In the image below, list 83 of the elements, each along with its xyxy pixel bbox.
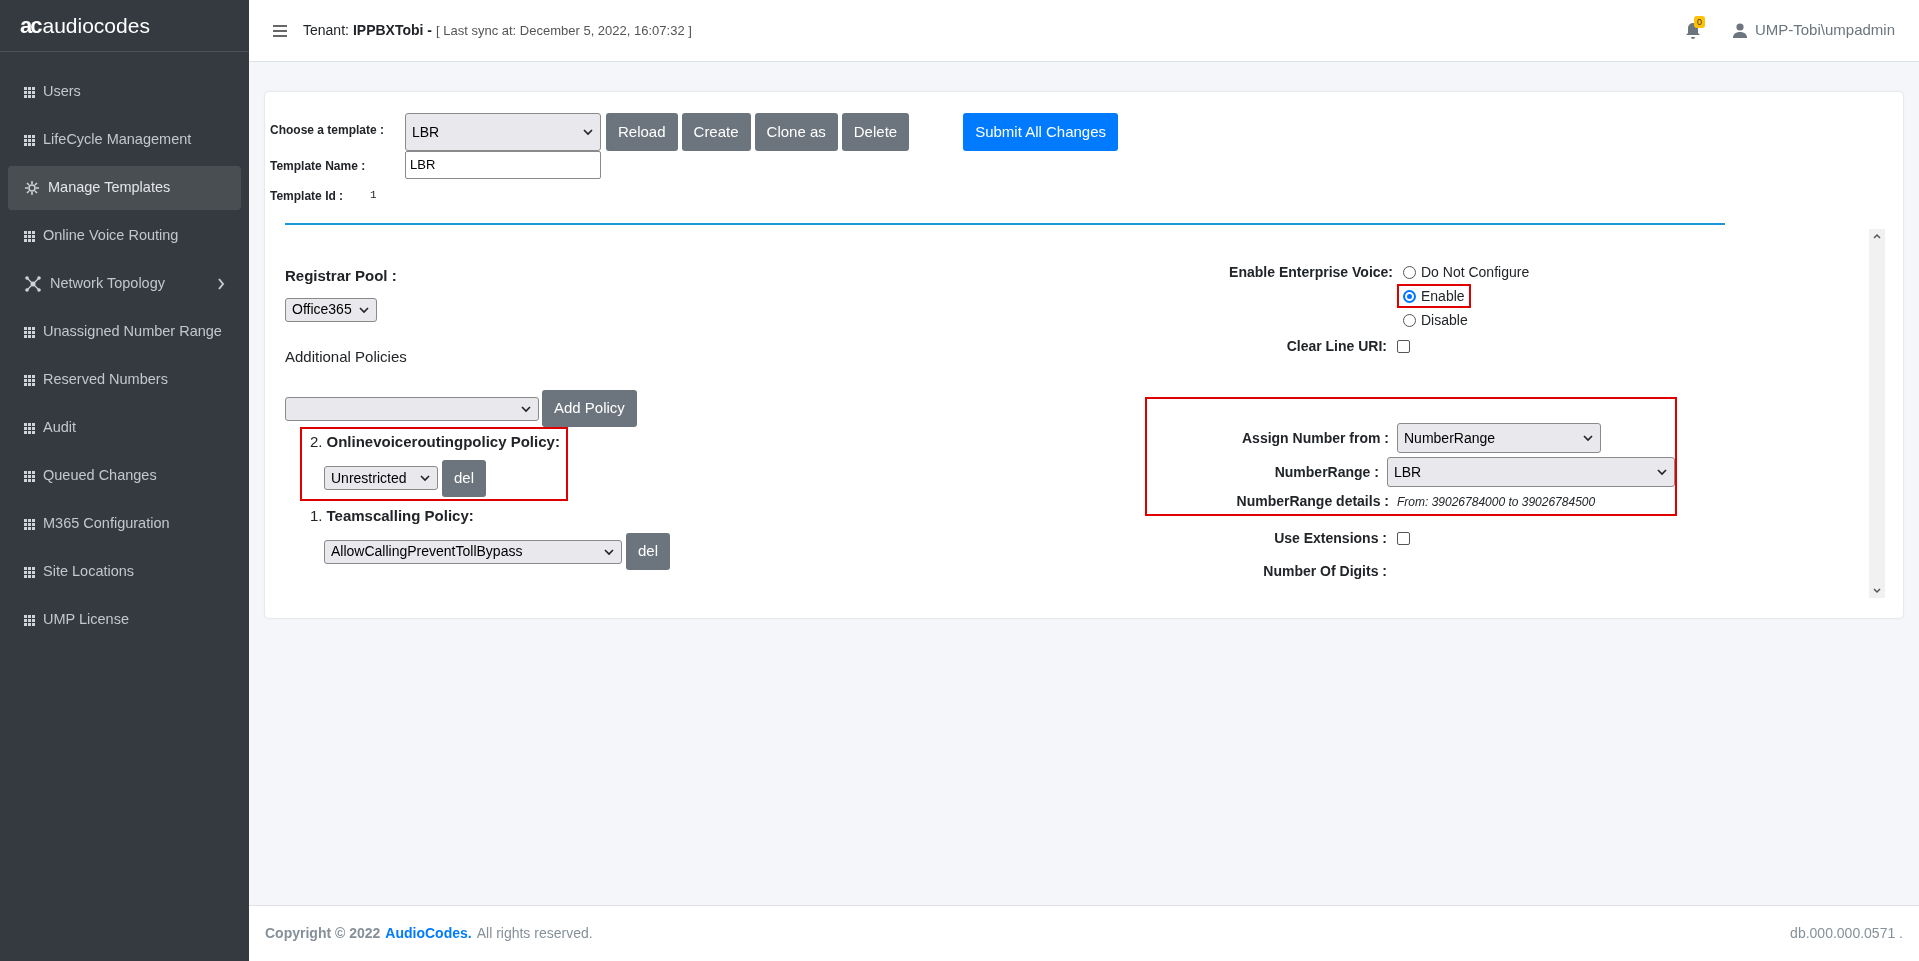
delete-policy-button[interactable]: del [442,459,487,497]
grid-icon [24,470,35,482]
version-text: db.000.000.0571 . [1790,924,1903,943]
sidebar-item[interactable]: Reserved Numbers [8,358,241,402]
choose-template-label: Choose a template : [270,122,386,139]
delete-policy-button[interactable]: del [626,533,671,570]
toolbar-button[interactable]: Delete [841,113,910,151]
grid-icon [24,374,35,386]
assign-number-label: Assign Number from : [1241,428,1390,448]
grid-icon [24,518,35,530]
scroll-up-icon[interactable] [1873,233,1881,239]
template-name-field[interactable]: LBR [405,151,601,179]
sidebar-item[interactable]: Site Locations [8,550,241,594]
sidebar-item[interactable]: Users [8,70,241,114]
grid-icon [24,134,35,146]
add-policy-button[interactable]: Add Policy [542,390,637,427]
grid-icon [24,566,35,578]
user-icon [1732,23,1747,38]
template-id-label: Template Id : [270,188,345,205]
notification-badge: 0 [1693,15,1705,28]
registrar-pool-select[interactable]: Office365 [285,297,377,322]
template-select[interactable]: LBR [405,113,601,151]
toolbar-button[interactable]: Clone as [754,113,838,151]
tenant-name: IPPBXTobi - [352,21,432,40]
sidebar-item[interactable]: M365 Configuration [8,502,241,546]
additional-policies-label: Additional Policies [285,346,408,367]
logo[interactable]: acaudiocodes [20,9,150,42]
tenant-label: Tenant: [303,21,349,40]
radio-button[interactable] [1403,289,1416,303]
sidebar-item[interactable]: LifeCycle Management [8,118,241,162]
sync-time: [ Last sync at: December 5, 2022, 16:07:32 ] [436,21,692,40]
number-of-digits-label: Number Of Digits : [1262,562,1388,581]
number-range-select[interactable]: LBR [1386,457,1675,487]
radio-label: Do Not Configure [1421,262,1530,282]
radio-label: Disable [1421,310,1468,330]
policy-number: 2. [310,432,323,452]
menu-icon[interactable] [273,24,287,37]
policy-select[interactable] [285,396,539,421]
policy-name: Teamscalling Policy: [326,505,474,526]
toolbar-button[interactable]: Reload [606,113,678,151]
copyright-text: Copyright © 2022 [265,924,381,943]
use-extensions-label: Use Extensions : [1273,529,1388,548]
audiocodes-link[interactable]: AudioCodes. [385,923,472,944]
grid-icon [24,422,35,434]
scroll-down-icon[interactable] [1873,588,1881,594]
sidebar-item[interactable]: Online Voice Routing [8,214,241,258]
grid-icon [24,230,35,242]
policy-value-select[interactable]: Unrestricted [324,466,438,490]
rights-text: All rights reserved. [476,924,593,943]
grid-icon [24,326,35,338]
number-range-label: NumberRange : [1273,462,1380,482]
checkbox[interactable] [1397,340,1410,353]
toolbar-button[interactable]: Submit All Changes [963,113,1119,151]
sidebar-item[interactable]: Queued Changes [8,454,241,498]
chevron-down-icon [1656,466,1668,478]
template-id: 1 [370,188,377,203]
sidebar-item[interactable]: Network Topology [8,262,241,306]
policy-value-select[interactable]: AllowCallingPreventTollBypass [324,539,622,564]
sidebar-item[interactable]: Unassigned Number Range [8,310,241,354]
number-range-details: From: 39026784000 to 39026784500 [1397,493,1596,511]
gear-icon [24,180,40,196]
clear-line-uri-label: Clear Line URI: [1285,337,1388,356]
sidebar-item[interactable]: Manage Templates [8,166,241,210]
assign-number-select[interactable]: NumberRange [1397,423,1601,453]
checkbox[interactable] [1397,532,1410,545]
chevron-down-icon [582,126,594,138]
scrollbar[interactable] [1869,229,1885,598]
user-name[interactable]: UMP-Tobi\umpadmin [1754,19,1895,42]
registrar-pool-label: Registrar Pool : [285,266,398,286]
policy-name: Onlinevoiceroutingpolicy Policy: [326,432,560,452]
sidebar-item[interactable]: UMP License [8,598,241,642]
template-name-label: Template Name : [270,158,367,175]
chevron-down-icon [1582,432,1594,444]
radio-label: Enable [1421,286,1465,306]
grid-icon [24,86,35,98]
toolbar-button[interactable]: Create [681,113,751,151]
network-icon [24,275,42,293]
policy-number: 1. [310,505,323,526]
number-range-details-label: NumberRange details : [1235,492,1390,511]
enterprise-voice-label: Enable Enterprise Voice: [1228,263,1394,282]
grid-icon [24,614,35,626]
chevron-down-icon [419,472,431,484]
sidebar-item[interactable]: Audit [8,406,241,450]
